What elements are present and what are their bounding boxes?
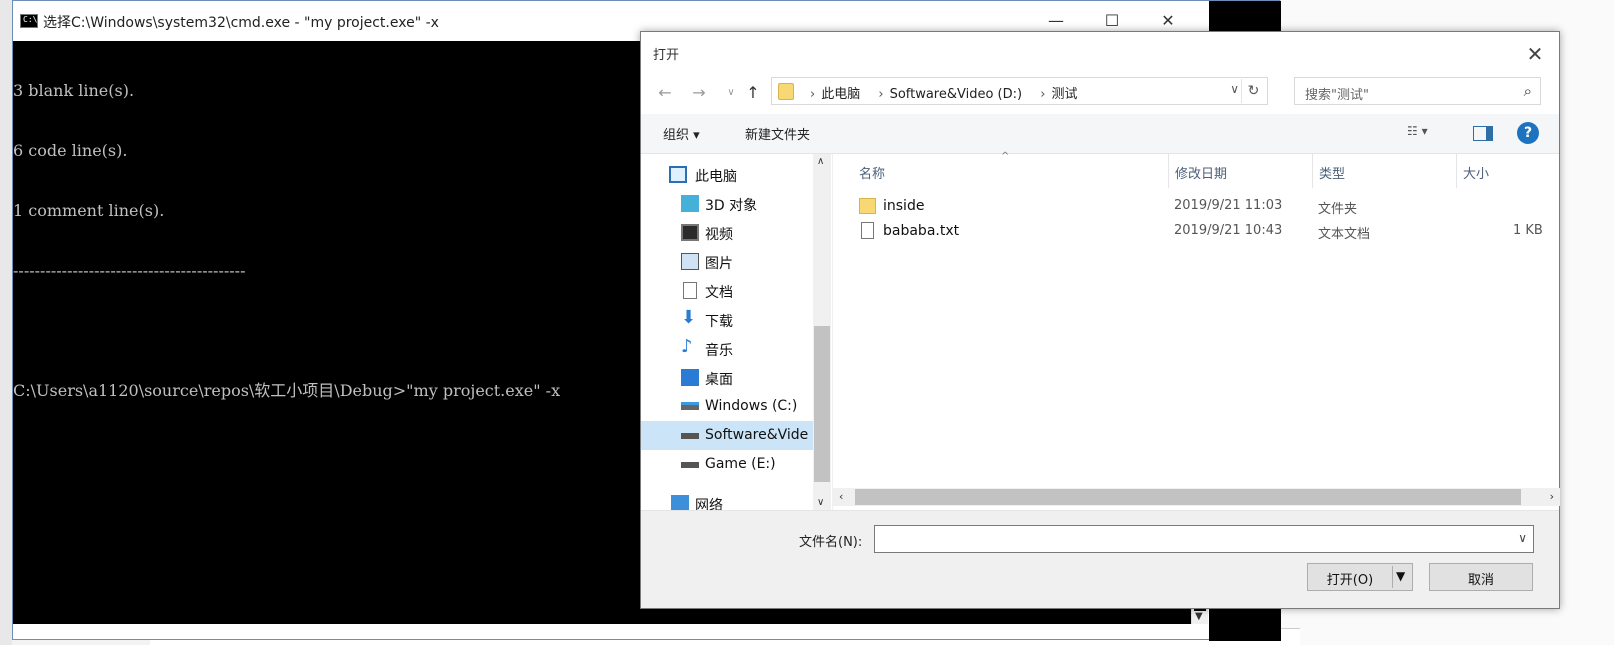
music-icon: ♪ [681,336,693,357]
nav-item-drive-c[interactable]: Windows (C:) [641,392,813,421]
maximize-button[interactable]: ☐ [1089,9,1135,33]
chevron-down-icon[interactable]: ∨ [817,497,824,508]
nav-item-drive-d[interactable]: Software&Vide [641,421,813,450]
help-icon[interactable]: ? [1517,122,1539,144]
filename-input[interactable] [879,530,1499,548]
column-headers: ^ 名称 修改日期 类型 大小 [833,151,1560,188]
breadcrumb-item[interactable]: 此电脑 [821,87,860,102]
text-file-icon [861,222,874,239]
nav-item-downloads[interactable]: ⬇ 下载 [641,305,813,334]
desktop-icon [681,369,699,386]
nav-item-desktop[interactable]: 桌面 [641,363,813,392]
folder-icon [778,83,794,100]
file-date: 2019/9/21 10:43 [1174,223,1283,238]
file-type: 文本文档 [1318,227,1371,242]
recent-locations-icon[interactable]: ∨ [719,81,743,105]
network-icon [671,495,689,510]
dialog-footer: 文件名(N): ∨ 打开(O) ▼ 取消 [641,510,1559,608]
scroll-down-icon[interactable]: ▼ [1195,611,1203,622]
view-options-icon[interactable]: ☷ ▾ [1407,124,1447,144]
column-name[interactable]: 名称 [853,154,1169,188]
filename-field[interactable]: ∨ [874,525,1534,553]
file-list[interactable]: ^ 名称 修改日期 类型 大小 inside 2019/9/21 11:03 文… [832,151,1560,510]
nav-item-3d-objects[interactable]: 3D 对象 [641,189,813,218]
navigation-pane[interactable]: 此电脑 3D 对象 视频 图片 文档 ⬇ 下载 ♪ 音乐 桌面 Windows … [641,154,831,510]
nav-item-pictures[interactable]: 图片 [641,247,813,276]
column-size[interactable]: 大小 [1457,154,1560,188]
list-horizontal-scrollbar[interactable]: ‹ › [833,488,1560,506]
scrollbar-thumb[interactable] [855,489,1521,505]
new-folder-button[interactable]: 新建文件夹 [745,124,810,143]
cmd-icon: C:\ [20,14,38,28]
split-divider [1392,566,1393,588]
open-file-dialog[interactable]: 打开 ✕ ← → ∨ ↑ › 此电脑 › Software&Video (D:) ›… [640,31,1560,609]
search-box[interactable]: 搜索"测试" ⌕ [1294,77,1541,105]
nav-item-network[interactable]: 网络 [641,489,813,510]
dialog-close-button[interactable]: ✕ [1521,40,1549,68]
drive-icon [681,402,699,410]
nav-item-documents[interactable]: 文档 [641,276,813,305]
refresh-icon[interactable]: ↻ [1241,79,1265,103]
column-type[interactable]: 类型 [1313,154,1457,188]
dialog-title: 打开 [653,48,680,63]
file-name: inside [883,198,925,214]
forward-arrow-icon[interactable]: → [687,81,711,105]
cancel-button[interactable]: 取消 [1429,563,1533,591]
computer-icon [669,166,687,183]
nav-item-this-pc[interactable]: 此电脑 [641,160,813,189]
open-button[interactable]: 打开(O) ▼ [1307,563,1413,591]
file-type: 文件夹 [1318,202,1358,217]
chevron-left-icon[interactable]: ‹ [839,490,843,503]
cmd-title: 选择C:\Windows\system32\cmd.exe - "my proj… [43,15,439,31]
list-item[interactable]: inside 2019/9/21 11:03 文件夹 [833,194,1560,219]
open-options-dropdown-icon[interactable]: ▼ [1396,569,1405,583]
chevron-down-icon[interactable]: ∨ [1230,82,1239,96]
address-bar[interactable]: › 此电脑 › Software&Video (D:) › 测试 ∨ ↻ [771,77,1268,105]
nav-item-videos[interactable]: 视频 [641,218,813,247]
file-date: 2019/9/21 11:03 [1174,198,1283,213]
nav-item-drive-e[interactable]: Game (E:) [641,450,813,479]
back-arrow-icon[interactable]: ← [653,81,677,105]
3d-objects-icon [681,195,699,212]
search-icon: ⌕ [1523,82,1532,100]
downloads-icon: ⬇ [681,307,697,328]
dialog-toolbar: 组织 ▾ 新建文件夹 ☷ ▾ ? [641,114,1559,154]
folder-icon [859,198,876,214]
chevron-up-icon[interactable]: ∧ [817,156,824,167]
filename-label: 文件名(N): [799,535,863,550]
list-item[interactable]: bababa.txt 2019/9/21 10:43 文本文档 1 KB [833,219,1560,244]
preview-pane-icon[interactable] [1473,126,1493,141]
nav-item-music[interactable]: ♪ 音乐 [641,334,813,363]
up-arrow-icon[interactable]: ↑ [741,81,765,105]
close-button[interactable]: ✕ [1145,9,1191,33]
documents-icon [683,282,697,299]
breadcrumb-item[interactable]: 测试 [1051,87,1077,102]
chevron-right-icon[interactable]: › [1550,490,1554,503]
breadcrumb: › 此电脑 › Software&Video (D:) › 测试 [810,87,1078,102]
scrollbar-thumb[interactable] [814,326,830,482]
drive-icon [681,433,699,439]
file-size: 1 KB [1513,223,1543,238]
drive-icon [681,462,699,468]
chevron-down-icon[interactable]: ∨ [1518,531,1527,545]
breadcrumb-item[interactable]: Software&Video (D:) [890,87,1023,102]
nav-scrollbar[interactable]: ∧ ∨ [813,154,831,510]
open-button-label: 打开(O) [1326,573,1374,588]
search-input[interactable]: 搜索"测试" [1305,84,1369,103]
videos-icon [681,224,699,241]
organize-button[interactable]: 组织 ▾ [663,124,700,143]
left-strip [0,0,12,645]
file-name: bababa.txt [883,223,960,239]
column-date[interactable]: 修改日期 [1169,154,1313,188]
pictures-icon [681,253,699,270]
minimize-button[interactable]: — [1033,9,1079,33]
